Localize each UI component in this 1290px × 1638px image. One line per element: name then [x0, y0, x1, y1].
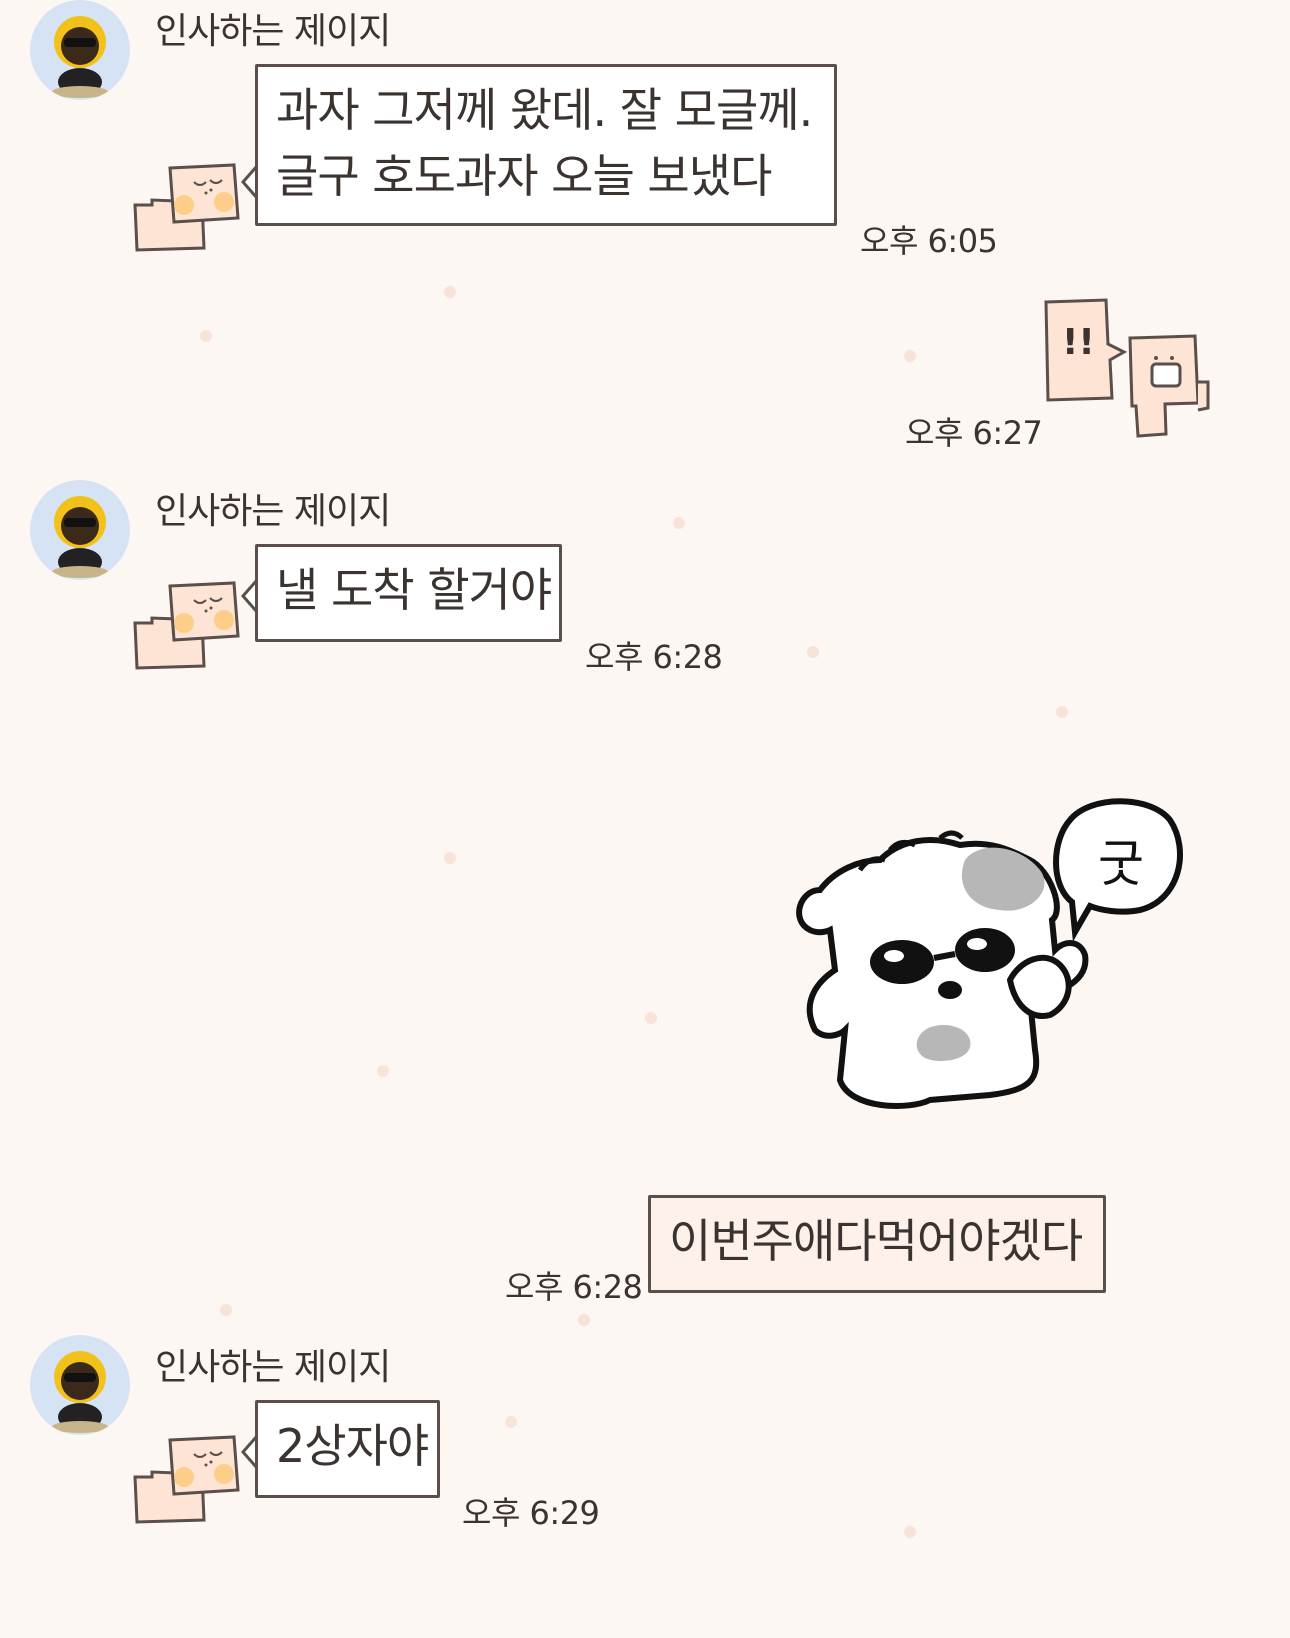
- box-character-icon: [132, 578, 247, 673]
- bg-dot: [200, 330, 212, 342]
- ryan-avatar-icon[interactable]: [30, 1335, 130, 1435]
- box-character-icon: [132, 160, 247, 255]
- message-time: 오후 6:27: [905, 414, 1043, 452]
- message-bubble[interactable]: 이번주애다먹어야겠다: [648, 1195, 1106, 1293]
- bg-dot: [578, 1314, 590, 1326]
- ryan-avatar-icon[interactable]: [30, 0, 130, 100]
- sticker-exclaim-text: !!: [1062, 322, 1095, 363]
- message-bubble[interactable]: 2상자야: [255, 1400, 440, 1498]
- exclaim-sticker[interactable]: !!: [1040, 298, 1220, 443]
- message-time: 오후 6:28: [505, 1268, 643, 1306]
- sender-name: 인사하는 제이지: [155, 11, 391, 52]
- box-character-icon: [132, 1432, 247, 1527]
- message-time: 오후 6:05: [860, 222, 998, 260]
- sticker-good-text: 굿: [1098, 835, 1144, 893]
- message-time: 오후 6:29: [462, 1494, 600, 1532]
- puppy-sticker[interactable]: 굿: [790, 790, 1190, 1120]
- sender-name: 인사하는 제이지: [155, 491, 391, 532]
- bg-dot: [904, 350, 916, 362]
- bg-dot: [904, 1526, 916, 1538]
- message-time: 오후 6:28: [585, 638, 723, 676]
- bg-dot: [220, 1304, 232, 1316]
- message-bubble[interactable]: 낼 도착 할거야: [255, 544, 562, 642]
- sender-name: 인사하는 제이지: [155, 1347, 391, 1388]
- bg-dot: [444, 286, 456, 298]
- bg-dot: [807, 646, 819, 658]
- message-bubble[interactable]: 과자 그저께 왔데. 잘 모글께. 글구 호도과자 오늘 보냈다: [255, 64, 837, 226]
- message-text-line: 글구 호도과자 오늘 보냈다: [276, 149, 772, 203]
- bg-dot: [444, 852, 456, 864]
- ryan-avatar-icon[interactable]: [30, 480, 130, 580]
- bg-dot: [645, 1012, 657, 1024]
- bg-dot: [673, 517, 685, 529]
- bg-dot: [505, 1416, 517, 1428]
- message-text-line: 과자 그저께 왔데. 잘 모글께.: [276, 83, 813, 137]
- bg-dot: [377, 1065, 389, 1077]
- bg-dot: [1056, 706, 1068, 718]
